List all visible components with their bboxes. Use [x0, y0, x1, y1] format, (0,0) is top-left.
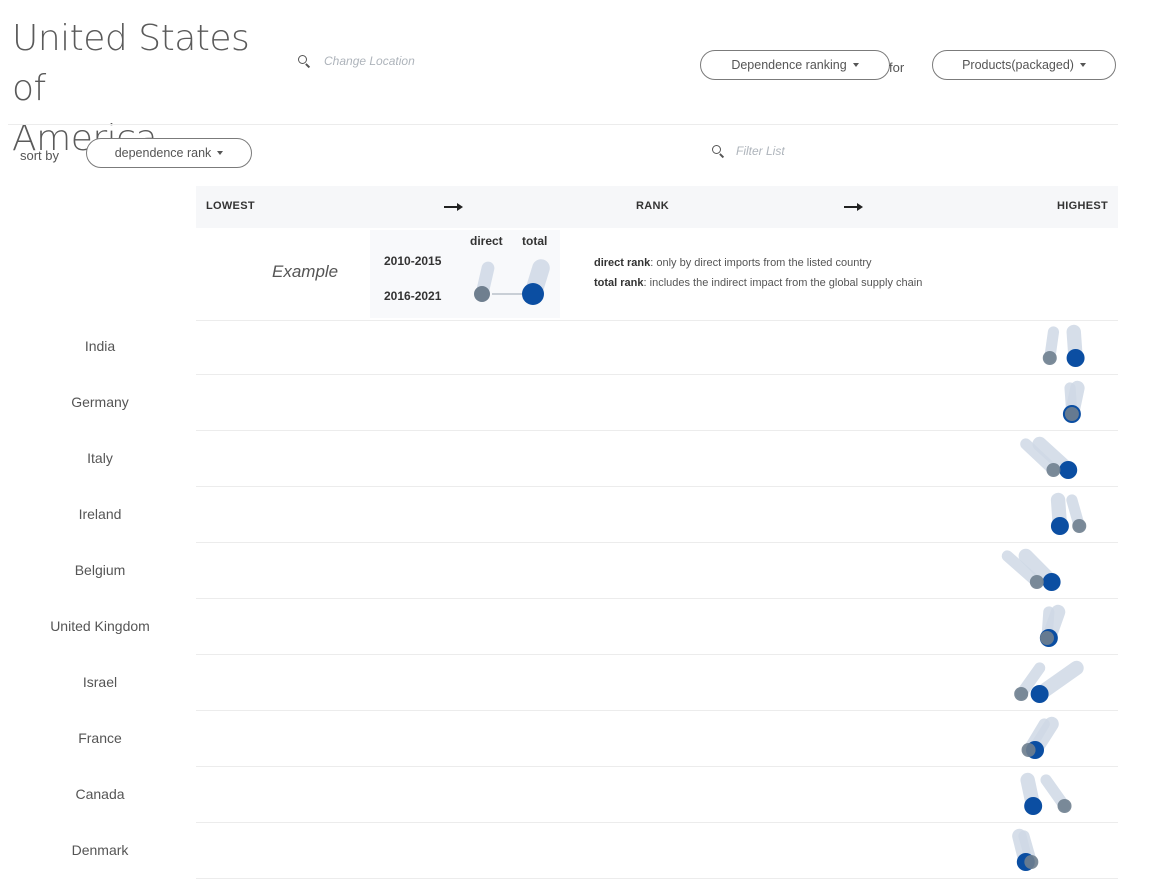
direct-rank-point: [1029, 575, 1044, 589]
dependence-rank-chart: [474, 259, 1087, 871]
total-rank-point: [1066, 349, 1085, 367]
total-rank-point: [1059, 461, 1078, 479]
total-rank-point: [1030, 685, 1049, 703]
direct-rank-point: [1014, 687, 1029, 701]
direct-rank-point: [1042, 351, 1057, 365]
total-rank-point: [1024, 797, 1043, 815]
total-rank-point: [1050, 517, 1069, 535]
legend-total-dot: [522, 283, 544, 305]
direct-rank-point: [1072, 519, 1087, 533]
total-rank-point: [1042, 573, 1061, 591]
direct-rank-point: [1064, 407, 1079, 421]
direct-rank-point: [1046, 463, 1061, 477]
direct-rank-point: [1021, 743, 1036, 757]
direct-rank-point: [1024, 855, 1039, 869]
direct-rank-point: [1057, 799, 1072, 813]
direct-rank-point: [1040, 631, 1055, 645]
legend-direct-dot: [474, 286, 490, 302]
